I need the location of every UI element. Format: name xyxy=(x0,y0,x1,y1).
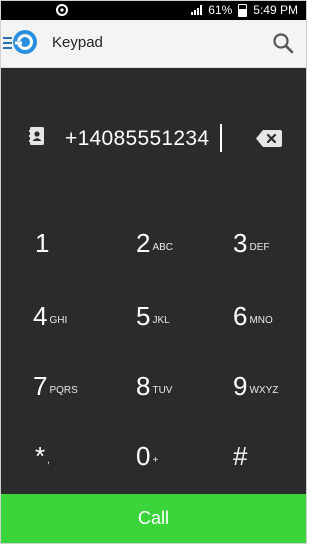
status-right: 61% 5:49 PM xyxy=(191,3,298,17)
battery-percent: 61% xyxy=(208,3,233,17)
key-digit: 4 xyxy=(33,300,48,331)
key-1[interactable]: 1 xyxy=(35,208,125,278)
dialer-screen: 61% 5:49 PM Keypad +14085551234 1 2 ABC … xyxy=(0,0,307,544)
call-button[interactable]: Call xyxy=(1,494,306,543)
status-bar: 61% 5:49 PM xyxy=(1,1,306,20)
key-letters: , xyxy=(47,454,50,466)
key-digit: 9 xyxy=(233,370,248,401)
key-letters: GHI xyxy=(49,314,68,326)
key-digit: 0 xyxy=(136,440,151,471)
key-2[interactable]: 2 ABC xyxy=(136,208,226,278)
key-5[interactable]: 5 JKL xyxy=(136,281,226,351)
key-digit: * xyxy=(35,440,46,471)
key-6[interactable]: 6 MNO xyxy=(233,281,306,351)
key-9[interactable]: 9 WXYZ xyxy=(233,351,306,421)
backspace-icon[interactable] xyxy=(256,130,282,147)
clock: 5:49 PM xyxy=(253,3,298,17)
menu-icon[interactable] xyxy=(3,37,12,49)
number-display: +14085551234 xyxy=(1,67,306,215)
key-digit: 2 xyxy=(136,227,151,258)
key-letters: + xyxy=(152,454,159,466)
key-7[interactable]: 7 PQRS xyxy=(33,351,123,421)
key-letters: MNO xyxy=(249,314,273,326)
text-cursor xyxy=(220,124,222,152)
app-logo-icon xyxy=(13,30,37,54)
app-bar: Keypad xyxy=(1,20,306,68)
key-letters: TUV xyxy=(152,384,173,396)
key-digit: 1 xyxy=(35,227,50,258)
page-title: Keypad xyxy=(52,34,103,51)
signal-icon xyxy=(191,5,203,15)
key-letters: JKL xyxy=(152,314,170,326)
key-star[interactable]: * , xyxy=(35,421,125,491)
key-letters: ABC xyxy=(152,241,174,253)
key-digit: 8 xyxy=(136,370,151,401)
notification-icon xyxy=(56,4,68,16)
key-digit: 3 xyxy=(233,227,248,258)
key-hash[interactable]: # xyxy=(233,421,306,491)
key-4[interactable]: 4 GHI xyxy=(33,281,123,351)
key-8[interactable]: 8 TUV xyxy=(136,351,226,421)
search-icon[interactable] xyxy=(272,32,294,54)
key-digit: # xyxy=(233,440,248,471)
key-letters: DEF xyxy=(249,241,270,253)
contacts-icon[interactable] xyxy=(29,127,45,145)
key-digit: 5 xyxy=(136,300,151,331)
key-digit: 7 xyxy=(33,370,48,401)
phone-number-input[interactable]: +14085551234 xyxy=(65,127,209,151)
key-letters: PQRS xyxy=(49,384,78,396)
key-3[interactable]: 3 DEF xyxy=(233,208,306,278)
key-letters: WXYZ xyxy=(249,384,279,396)
battery-icon xyxy=(238,3,248,17)
key-digit: 6 xyxy=(233,300,248,331)
key-0[interactable]: 0 + xyxy=(136,421,226,491)
